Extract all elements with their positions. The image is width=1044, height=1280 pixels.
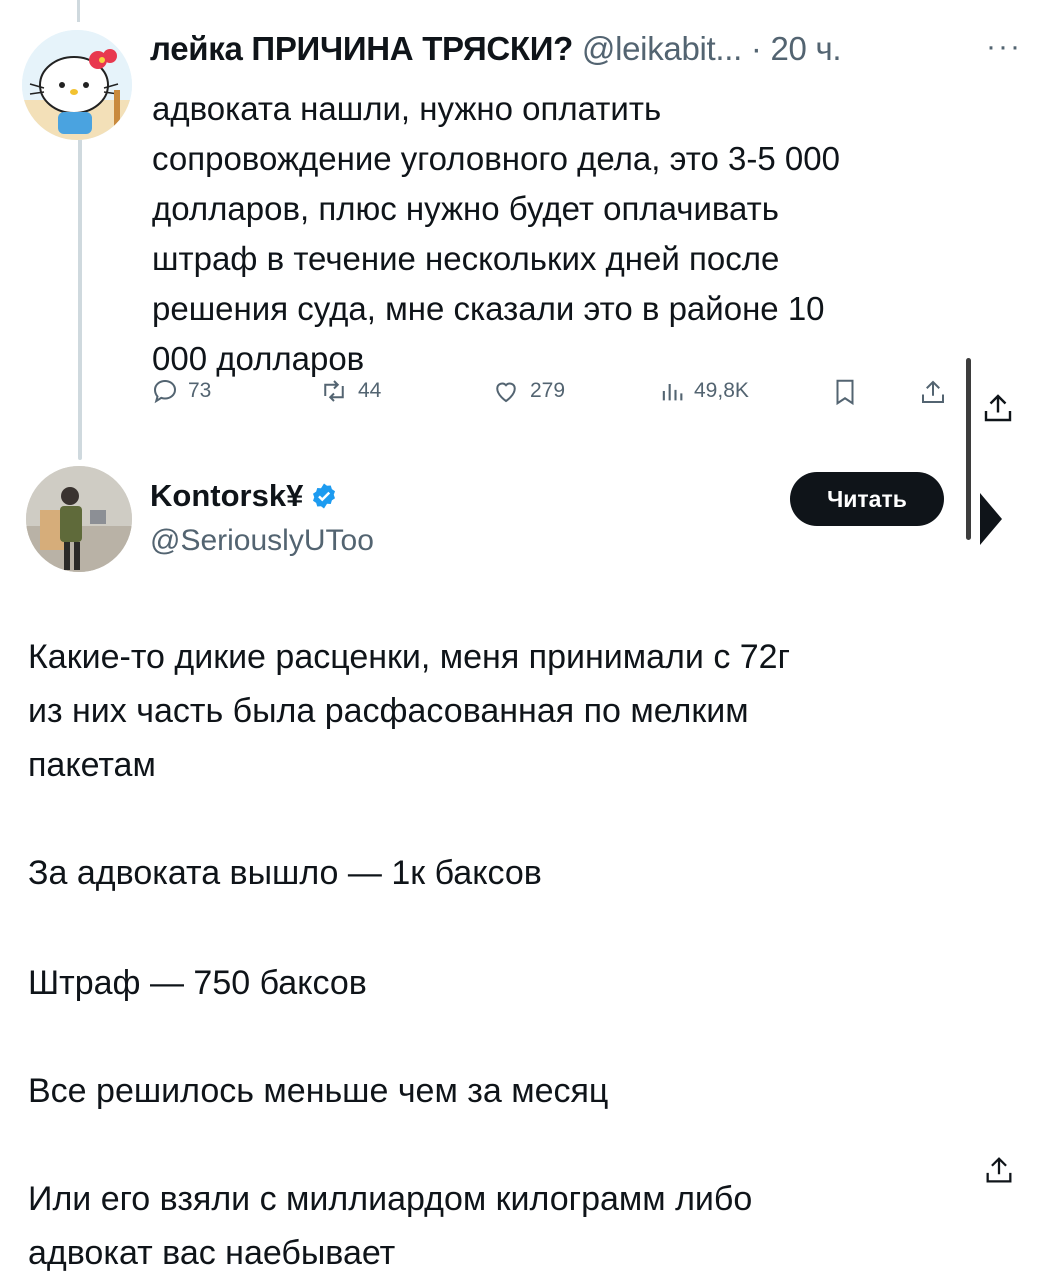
like-count: 279 <box>530 379 566 402</box>
display-name-row: Kontorsk¥ <box>150 478 339 514</box>
body-line: За адвоката вышло — 1к баксов <box>28 854 542 892</box>
follow-button[interactable]: Читать <box>790 472 944 526</box>
tweet-text-line: штраф в течение нескольких дней после <box>152 240 780 277</box>
tweet-text-line: долларов, плюс нужно будет оплачивать <box>152 190 779 227</box>
display-name[interactable]: лейка ПРИЧИНА ТРЯСКИ? <box>150 30 573 67</box>
body-line: Штраф — 750 баксов <box>28 964 367 1002</box>
repost-button[interactable]: 44 <box>318 376 381 406</box>
reply-count: 73 <box>188 379 212 402</box>
share-button[interactable] <box>982 1150 1016 1195</box>
user-handle[interactable]: @leikabit... <box>582 30 742 67</box>
user-handle[interactable]: @SeriouslyUToo <box>150 524 374 558</box>
header-separator: · <box>742 30 771 67</box>
views-count: 49,8K <box>694 379 749 402</box>
more-options-icon[interactable]: ··· <box>986 30 1022 64</box>
verified-badge-icon <box>313 483 336 509</box>
thread-line-top <box>77 0 80 22</box>
tweet-text: адвоката нашли, нужно оплатить сопровожд… <box>152 84 992 384</box>
share-icon <box>986 1157 1012 1183</box>
tweet-text-line: решения суда, мне сказали это в районе 1… <box>152 290 825 327</box>
body-line: Или его взяли с миллиардом килограмм либ… <box>28 1180 753 1218</box>
share-button[interactable] <box>918 376 956 408</box>
share-icon <box>922 380 944 403</box>
body-line: из них часть была расфасованная по мелки… <box>28 692 749 730</box>
repost-count: 44 <box>358 379 382 402</box>
tweet-header: лейка ПРИЧИНА ТРЯСКИ? @leikabit... · 20 … <box>150 30 842 68</box>
body-paragraph: За адвоката вышло — 1к баксов <box>28 846 542 900</box>
body-paragraph: Все решилось меньше чем за месяц <box>28 1064 608 1118</box>
reply-icon <box>153 379 177 404</box>
thread-line <box>78 130 82 460</box>
timestamp[interactable]: 20 ч. <box>770 30 841 67</box>
bookmark-button[interactable] <box>830 376 868 408</box>
body-line: пакетам <box>28 746 156 784</box>
body-line: адвокат вас наебывает <box>28 1234 396 1272</box>
bookmark-icon <box>836 379 854 406</box>
scrollbar[interactable] <box>966 358 971 540</box>
tweet-text-line: сопровождение уголовного дела, это 3-5 0… <box>152 140 840 177</box>
like-button[interactable]: 279 <box>490 376 565 406</box>
body-line: Какие-то дикие расценки, меня принимали … <box>28 638 790 676</box>
tweet-text-line: адвоката нашли, нужно оплатить <box>152 90 662 127</box>
body-paragraph: Штраф — 750 баксов <box>28 956 367 1010</box>
tweet-actions: 73 44 279 49,8K <box>150 376 1000 412</box>
like-icon <box>496 382 516 403</box>
avatar[interactable] <box>26 466 132 572</box>
views-button[interactable]: 49,8K <box>658 376 749 406</box>
views-icon <box>662 384 683 401</box>
body-line: Все решилось меньше чем за месяц <box>28 1072 609 1110</box>
repost-icon <box>324 380 344 402</box>
display-name[interactable]: Kontorsk¥ <box>150 478 303 514</box>
avatar[interactable] <box>22 30 132 140</box>
body-paragraph: Какие-то дикие расценки, меня принимали … <box>28 630 790 792</box>
body-paragraph: Или его взяли с миллиардом килограмм либ… <box>28 1172 752 1280</box>
reply-button[interactable]: 73 <box>150 376 211 406</box>
play-arrow-icon[interactable] <box>980 493 1002 545</box>
share-button-overlay[interactable] <box>980 388 1016 433</box>
share-icon <box>984 394 1012 422</box>
